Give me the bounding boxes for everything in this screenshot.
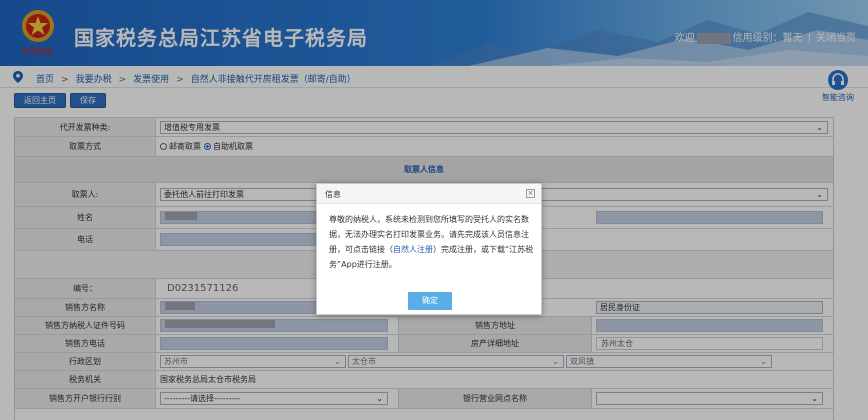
dialog-title: 信息	[325, 190, 341, 199]
info-dialog: 信息 × 尊敬的纳税人，系统未检测到您所填写的受托人的实名数据，无法办理实名打印…	[316, 183, 542, 315]
dialog-message: 尊敬的纳税人，系统未检测到您所填写的受托人的实名数据，无法办理实名打印发票业务。…	[329, 212, 535, 272]
register-link[interactable]: 自然人注册	[393, 245, 433, 254]
confirm-button[interactable]: 确定	[408, 292, 452, 310]
close-icon[interactable]: ×	[526, 189, 535, 198]
dialog-header: 信息 ×	[317, 184, 541, 204]
